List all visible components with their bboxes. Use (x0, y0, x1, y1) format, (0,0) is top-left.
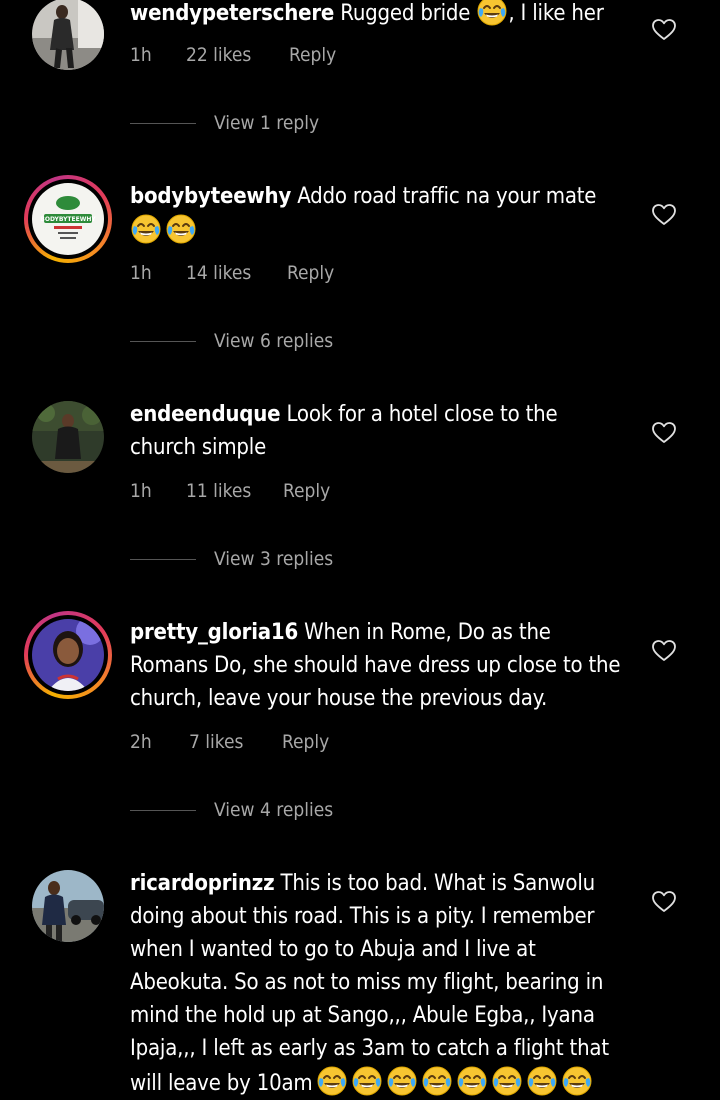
comment-likes[interactable]: 14 likes (186, 258, 251, 288)
heart-icon[interactable] (651, 202, 677, 228)
view-replies-label: View 4 replies (214, 799, 334, 821)
comment-time: 1h (130, 480, 152, 502)
laughing-emoji-icon (561, 1065, 593, 1097)
heart-icon[interactable] (651, 17, 677, 43)
view-replies-label: View 3 replies (214, 548, 334, 570)
avatar-with-story-ring[interactable] (24, 611, 112, 699)
comment-text: endeenduque Look for a hotel close to th… (130, 398, 625, 464)
bodybyteewhy-logo-icon: BODYBYTEEWHY (32, 183, 104, 255)
avatar-with-story-ring[interactable]: BODYBYTEEWHY (24, 175, 112, 263)
avatar[interactable] (32, 0, 104, 70)
divider-line (130, 810, 196, 811)
woman-portrait-photo-icon (32, 619, 104, 691)
reply-button[interactable]: Reply (282, 727, 329, 757)
comment-body: Rugged bride (334, 1, 477, 26)
reply-button[interactable]: Reply (287, 258, 334, 288)
laughing-emoji-icon (476, 0, 508, 27)
laughing-emoji-icon (421, 1065, 453, 1097)
comment-body: This is too bad. What is Sanwolu doing a… (130, 871, 609, 1096)
avatar: BODYBYTEEWHY (32, 183, 104, 255)
laughing-emoji-icon (165, 213, 197, 245)
man-with-car-photo-icon (32, 870, 104, 942)
woman-standing-photo-icon (32, 0, 104, 70)
laughing-emoji-icon (316, 1065, 348, 1097)
comment-username[interactable]: wendypeterschere (130, 1, 334, 26)
comment-text: bodybyteewhy Addo road traffic na your m… (130, 180, 625, 248)
comment-username[interactable]: endeenduque (130, 402, 281, 427)
laughing-emoji-icon (386, 1065, 418, 1097)
divider-line (130, 123, 196, 124)
comment-text: ricardoprinzz This is too bad. What is S… (130, 867, 625, 1100)
laughing-emoji-icon (351, 1065, 383, 1097)
heart-icon[interactable] (651, 638, 677, 664)
laughing-emoji-icon (130, 213, 162, 245)
comment-time: 1h (130, 44, 152, 66)
heart-icon[interactable] (651, 420, 677, 446)
avatar[interactable] (32, 870, 104, 942)
laughing-emoji-icon (526, 1065, 558, 1097)
comment-body: Addo road traffic na your mate (291, 184, 597, 209)
comment-text: pretty_gloria16 When in Rome, Do as the … (130, 616, 625, 715)
divider-line (130, 559, 196, 560)
comment-username[interactable]: ricardoprinzz (130, 871, 275, 896)
reply-button[interactable]: Reply (283, 476, 330, 506)
comment-time: 1h (130, 262, 152, 284)
comment-username[interactable]: bodybyteewhy (130, 184, 291, 209)
man-in-suit-photo-icon (32, 401, 104, 473)
logo-text: BODYBYTEEWHY (40, 216, 96, 223)
laughing-emoji-icon (491, 1065, 523, 1097)
reply-button[interactable]: Reply (289, 40, 336, 70)
comment-body-tail: , I like her (508, 1, 604, 26)
view-replies-label: View 1 reply (214, 112, 320, 134)
divider-line (130, 341, 196, 342)
emoji-row (313, 1071, 593, 1096)
comment-time: 2h (130, 731, 152, 753)
avatar (32, 619, 104, 691)
view-replies-label: View 6 replies (214, 330, 334, 352)
comment-text: wendypeterschere Rugged bride , I like h… (130, 0, 625, 30)
comment-username[interactable]: pretty_gloria16 (130, 620, 298, 645)
comment-likes[interactable]: 11 likes (186, 476, 251, 506)
heart-icon[interactable] (651, 889, 677, 915)
comment-likes[interactable]: 7 likes (189, 727, 243, 757)
comment-likes[interactable]: 22 likes (186, 40, 251, 70)
laughing-emoji-icon (456, 1065, 488, 1097)
avatar[interactable] (32, 401, 104, 473)
